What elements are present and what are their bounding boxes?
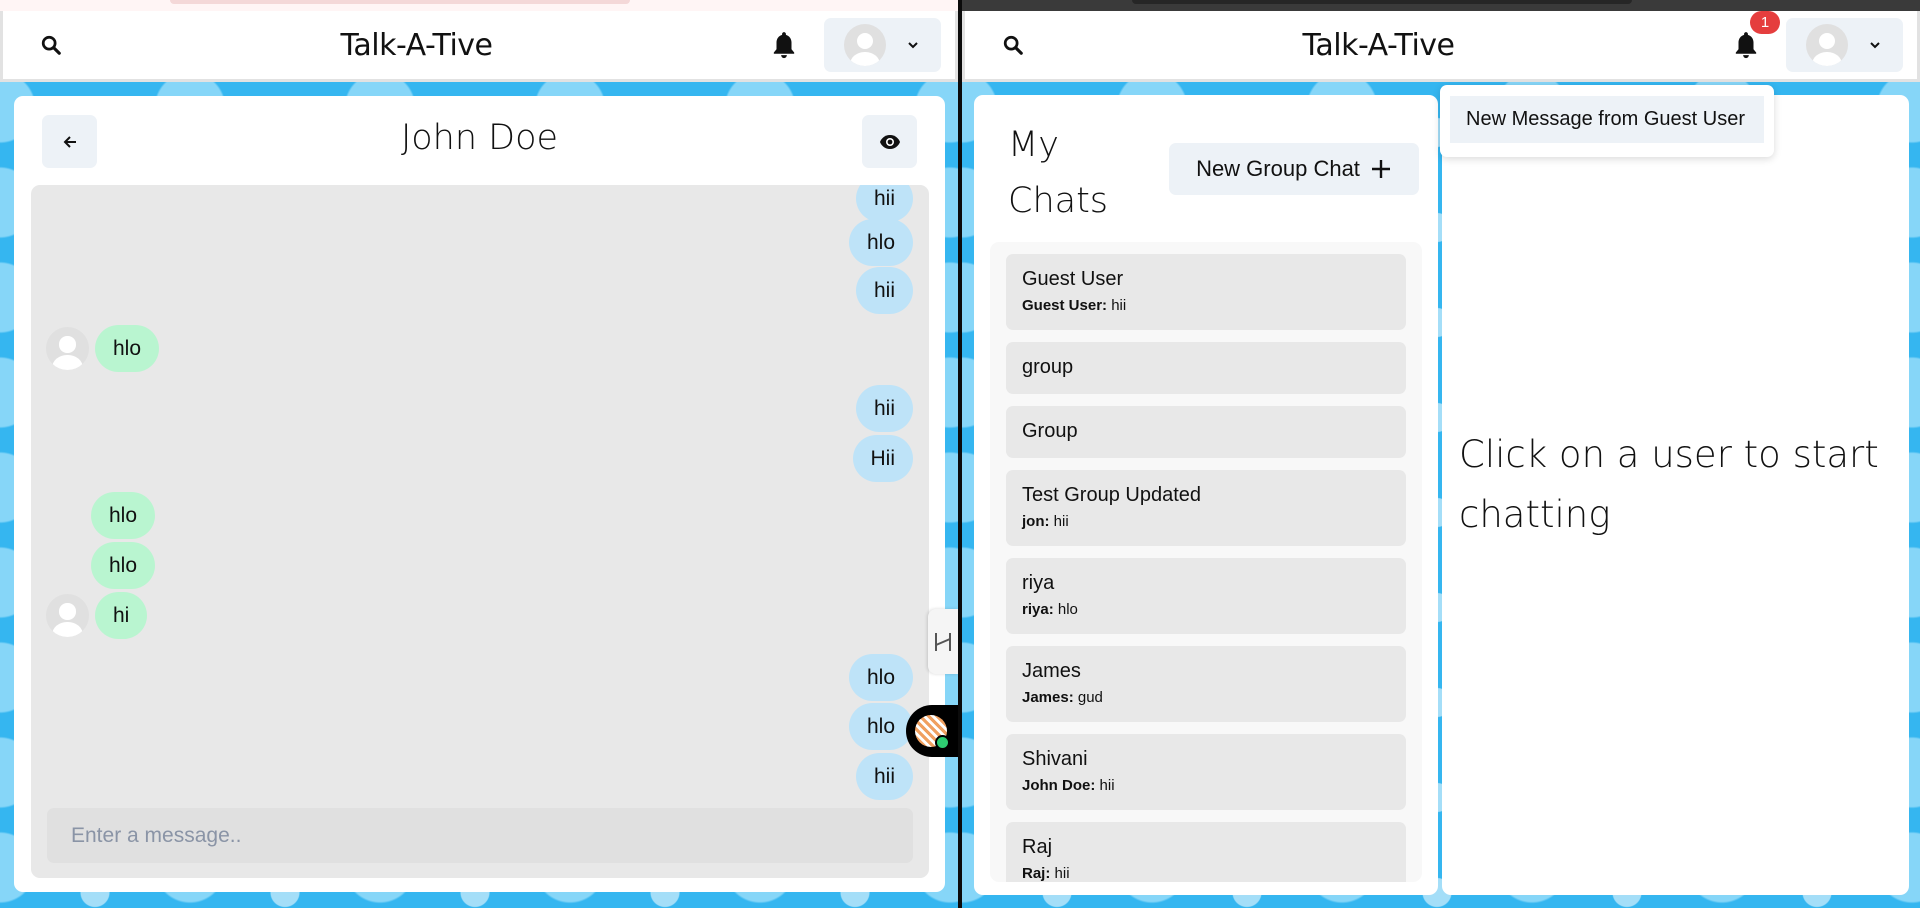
latest-message-preview: Guest User: hii — [1022, 297, 1390, 314]
search-button[interactable] — [33, 27, 69, 63]
latest-message-preview: Raj: hii — [1022, 865, 1390, 882]
notifications-button[interactable]: 1 — [1726, 11, 1780, 65]
latest-message-sender: Guest User: — [1022, 297, 1108, 314]
profile-menu-button[interactable] — [1786, 18, 1903, 72]
chevron-down-icon — [908, 42, 918, 49]
app-header: Talk-A-Tive 1 — [962, 11, 1920, 82]
message-list: hii hlo hii hlo hii Hii hlo hlo hi hlo hlo hii — [31, 185, 929, 808]
app-title: Talk-A-Tive — [1302, 27, 1456, 63]
latest-message-preview: James: gud — [1022, 689, 1390, 706]
received-message: hlo — [95, 325, 160, 372]
new-group-chat-button[interactable]: New Group Chat — [1169, 143, 1419, 195]
my-chats-title: My Chats — [1008, 125, 1109, 221]
new-group-chat-label: New Group Chat — [1196, 156, 1360, 181]
sent-message: hii — [855, 385, 913, 432]
sent-message: hii — [855, 267, 913, 314]
chat-name: group — [1022, 356, 1074, 378]
latest-message-sender: James: — [1022, 689, 1074, 706]
bell-icon — [773, 32, 795, 59]
collapse-icon — [935, 632, 951, 651]
received-message: hi — [95, 592, 148, 639]
sent-message: Hii — [852, 435, 913, 482]
latest-message-text: gud — [1077, 689, 1103, 706]
chat-list-item[interactable]: Raj Raj: hii — [1006, 822, 1406, 882]
chat-name: riya — [1022, 572, 1055, 594]
right-window: Talk-A-Tive 1 My Chats New Group Chat Gu… — [962, 0, 1920, 908]
search-icon — [41, 35, 61, 55]
chat-panel: John Doe hii hlo hii hlo hii Hii hlo hlo hi hlo hl… — [14, 96, 945, 892]
chat-list-item[interactable]: riya riya: hlo — [1006, 558, 1406, 634]
latest-message-text: hii — [1053, 513, 1069, 530]
browser-top-strip — [0, 0, 958, 11]
message-input[interactable] — [47, 808, 913, 863]
sent-message: hii — [855, 753, 913, 800]
sent-message: hlo — [848, 654, 913, 701]
received-message: hlo — [91, 542, 156, 589]
latest-message-text: hlo — [1057, 601, 1078, 618]
avatar — [844, 24, 886, 66]
bell-icon — [1735, 32, 1757, 59]
sent-message: hii — [855, 185, 913, 222]
chat-list-item[interactable]: Test Group Updated jon: hii — [1006, 470, 1406, 546]
latest-message-text: hii — [1111, 297, 1127, 314]
received-message: hlo — [91, 492, 156, 539]
empty-state-text: Click on a user to start chatting — [1459, 433, 1879, 536]
floating-assistant-widget[interactable] — [906, 705, 958, 757]
eye-icon — [879, 134, 900, 149]
chat-name: Raj — [1022, 836, 1053, 858]
latest-message-preview: John Doe: hii — [1022, 777, 1390, 794]
latest-message-sender: riya: — [1022, 601, 1054, 618]
latest-message-sender: John Doe: — [1022, 777, 1096, 794]
chat-title: John Doe — [400, 118, 559, 158]
sender-avatar[interactable] — [46, 327, 89, 370]
latest-message-preview: jon: hii — [1022, 513, 1390, 530]
search-icon — [1003, 35, 1023, 55]
chat-list-item[interactable]: James James: gud — [1006, 646, 1406, 722]
notifications-button[interactable] — [764, 25, 804, 65]
latest-message-text: hii — [1054, 865, 1070, 882]
chat-list-item[interactable]: Guest User Guest User: hii — [1006, 254, 1406, 330]
notification-item[interactable]: New Message from Guest User — [1450, 96, 1764, 143]
latest-message-sender: Raj: — [1022, 865, 1051, 882]
left-window: Talk-A-Tive John Doe hii hlo hii hlo hii Hii h… — [0, 0, 958, 908]
chat-header: John Doe — [14, 96, 945, 184]
chat-list-item[interactable]: group — [1006, 342, 1406, 394]
app-title: Talk-A-Tive — [340, 27, 494, 63]
chat-name: Guest User — [1022, 268, 1124, 290]
latest-message-text: hii — [1099, 777, 1115, 794]
notifications-menu: New Message from Guest User — [1440, 85, 1774, 157]
browser-top-strip — [962, 0, 1920, 11]
chat-name: Group — [1022, 420, 1078, 442]
messages-box: hii hlo hii hlo hii Hii hlo hlo hi hlo hlo hii — [31, 185, 929, 878]
assistant-icon — [915, 715, 950, 750]
view-profile-button[interactable] — [862, 115, 917, 168]
search-button[interactable] — [995, 27, 1031, 63]
side-panel-toggle[interactable] — [928, 609, 958, 674]
notification-badge: 1 — [1750, 11, 1780, 34]
latest-message-sender: jon: — [1022, 513, 1050, 530]
chat-list-item[interactable]: Shivani John Doe: hii — [1006, 734, 1406, 810]
avatar — [1806, 24, 1848, 66]
profile-menu-button[interactable] — [824, 18, 941, 72]
sent-message: hlo — [848, 703, 913, 750]
sender-avatar[interactable] — [46, 594, 89, 637]
chat-name: James — [1022, 660, 1081, 682]
app-header: Talk-A-Tive — [0, 11, 958, 82]
chat-list: Guest User Guest User: hii group Group Test … — [990, 242, 1422, 882]
my-chats-panel: My Chats New Group Chat Guest User Guest … — [974, 95, 1438, 895]
plus-icon — [1371, 160, 1390, 178]
chat-name: Shivani — [1022, 748, 1088, 770]
latest-message-preview: riya: hlo — [1022, 601, 1390, 618]
chat-area-empty: Click on a user to start chatting — [1442, 95, 1909, 895]
chat-name: Test Group Updated — [1022, 484, 1201, 506]
sent-message: hlo — [848, 219, 913, 266]
chevron-down-icon — [1870, 42, 1880, 49]
chat-list-item[interactable]: Group — [1006, 406, 1406, 458]
